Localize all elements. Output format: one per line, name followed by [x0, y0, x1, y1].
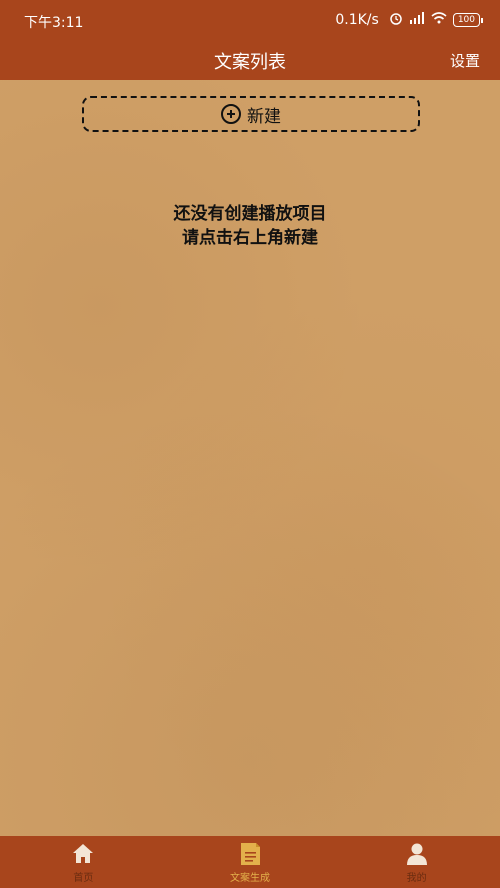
plus-circle-icon: [221, 104, 241, 124]
user-icon: [404, 841, 430, 867]
nav-item-home[interactable]: 首页: [0, 836, 167, 888]
empty-state-line-1: 还没有创建播放项目: [173, 204, 327, 224]
paper-background: 新建 还没有创建播放项目 请点击右上角新建: [0, 80, 500, 836]
page-title: 文案列表: [214, 52, 286, 73]
signal-icon: [409, 12, 425, 28]
battery-icon: 100: [452, 13, 484, 27]
alarm-icon: [389, 11, 403, 29]
network-speed: 0.1K/s: [335, 12, 379, 28]
nav-label-home: 首页: [73, 872, 94, 884]
empty-state-line-2: 请点击右上角新建: [182, 228, 318, 248]
nav-label-copywriting: 文案生成: [230, 872, 270, 884]
home-icon: [70, 841, 96, 867]
nav-label-mine: 我的: [406, 872, 427, 884]
status-time: 下午3:11: [24, 15, 84, 31]
empty-state-message: 还没有创建播放项目 请点击右上角新建: [0, 202, 500, 250]
status-bar: 下午3:11 0.1K/s 100: [0, 0, 500, 40]
new-button[interactable]: 新建: [82, 96, 420, 132]
new-button-label: 新建: [247, 106, 281, 127]
bottom-nav: 首页 文案生成 我的: [0, 836, 500, 888]
top-bar: 下午3:11 0.1K/s 100 文案列表 设置: [0, 0, 500, 80]
nav-item-mine[interactable]: 我的: [333, 836, 500, 888]
nav-item-copywriting[interactable]: 文案生成: [167, 836, 334, 888]
title-bar: 文案列表 设置: [0, 40, 500, 80]
status-indicators: 0.1K/s 100: [335, 11, 484, 29]
wifi-icon: [431, 12, 447, 28]
document-icon: [237, 841, 263, 867]
settings-button[interactable]: 设置: [450, 50, 480, 71]
